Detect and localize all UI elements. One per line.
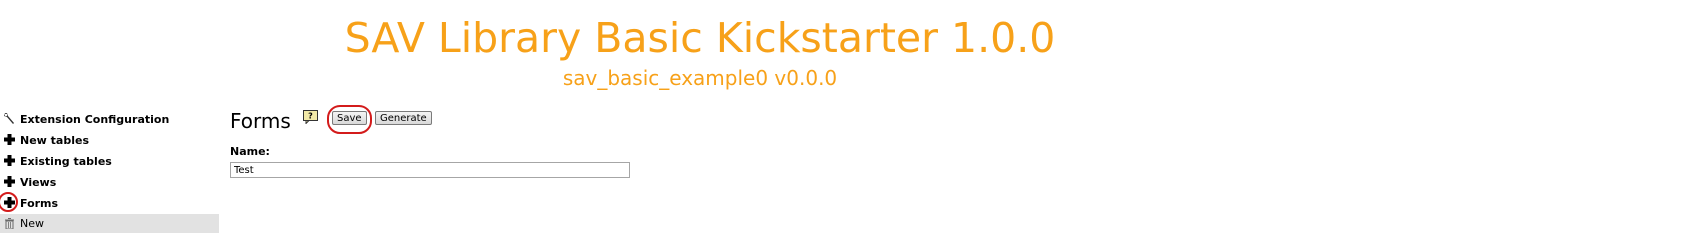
sidebar-item-label: Views [20,176,57,189]
sidebar-item-label: New [20,217,44,230]
sidebar-item-new-form[interactable]: New [0,214,219,233]
save-button[interactable]: Save [332,111,367,125]
trash-icon [2,216,16,230]
sidebar: Extension Configuration New tables Exist… [0,109,219,233]
svg-text:?: ? [308,112,313,121]
sidebar-item-label: New tables [20,134,89,147]
sidebar-item-label: Forms [20,197,59,210]
sidebar-item-extension-configuration[interactable]: Extension Configuration [0,109,219,130]
sidebar-item-existing-tables[interactable]: Existing tables [0,151,219,172]
plus-icon [2,153,16,167]
app-title: SAV Library Basic Kickstarter 1.0.0 [344,14,1056,62]
plus-icon [2,174,16,188]
extension-subtitle: sav_basic_example0 v0.0.0 [562,66,838,90]
name-field[interactable] [230,162,630,178]
sidebar-item-label: Extension Configuration [20,113,170,126]
forms-icon-highlight [0,192,18,212]
sidebar-item-new-tables[interactable]: New tables [0,130,219,151]
name-label: Name: [230,145,270,158]
form-heading: Forms [230,109,291,133]
plus-icon [2,132,16,146]
wrench-icon [2,111,16,125]
generate-button[interactable]: Generate [375,111,432,125]
help-icon[interactable]: ? [303,109,318,125]
sidebar-item-views[interactable]: Views [0,172,219,193]
sidebar-item-forms[interactable]: Forms [0,192,219,214]
sidebar-item-label: Existing tables [20,155,112,168]
